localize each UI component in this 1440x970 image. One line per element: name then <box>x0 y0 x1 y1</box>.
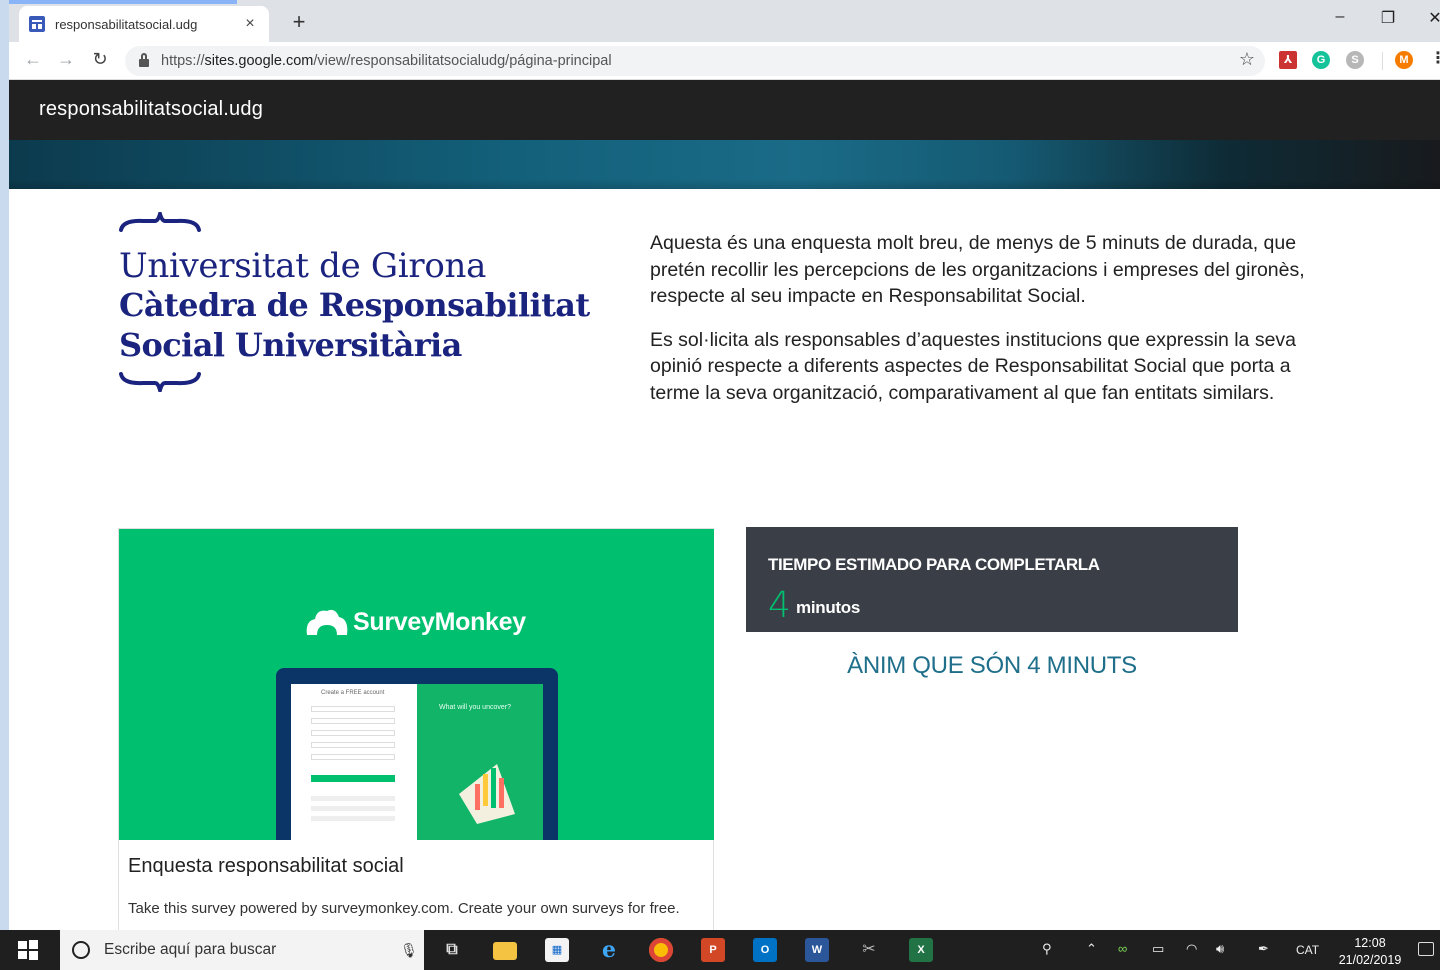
survey-card[interactable]: SurveyMonkey Create a FREE account What … <box>118 528 714 930</box>
tab-close-icon[interactable]: × <box>241 15 259 33</box>
chrome-icon[interactable] <box>649 938 673 962</box>
tray-chevron-icon[interactable]: ⌃ <box>1086 941 1097 957</box>
wifi-icon[interactable]: ◠ <box>1186 941 1197 957</box>
volume-icon[interactable]: 🔊︎ <box>1216 941 1224 957</box>
preview-field <box>311 730 395 736</box>
outlook-icon[interactable]: O <box>753 938 777 962</box>
windows-start-icon[interactable] <box>16 938 40 962</box>
loading-bar <box>9 0 237 4</box>
surveymonkey-cloud-icon <box>306 609 348 635</box>
microphone-icon[interactable]: 🎙 <box>394 942 424 959</box>
minimize-button[interactable]: – <box>1328 8 1352 26</box>
surveymonkey-wordmark: SurveyMonkey <box>353 607 526 636</box>
surveymonkey-logo: SurveyMonkey <box>303 607 526 637</box>
screen: responsabilitatsocial.udg × + – ❐ ✕ ← → … <box>0 0 1440 970</box>
logo-chair-line2: Social Universitària <box>119 326 462 364</box>
clock-time: 12:08 <box>1354 936 1386 950</box>
top-brace-icon <box>119 212 201 232</box>
logo-chair-line1: Càtedra de Responsabilitat <box>119 286 590 324</box>
skype-icon[interactable]: S <box>1346 51 1364 69</box>
estimated-time-box: TIEMPO ESTIMADO PARA COMPLETARLA 4 minut… <box>746 527 1238 632</box>
header-banner <box>9 140 1440 189</box>
desktop-edge <box>0 0 9 930</box>
chart-illustration-icon <box>459 764 515 824</box>
preview-row <box>311 806 395 811</box>
tagline-preview: What will you uncover? <box>417 684 543 840</box>
action-center-icon[interactable] <box>1418 942 1434 956</box>
url-text: https://sites.google.com/view/responsabi… <box>161 53 612 69</box>
people-icon[interactable]: ⚲ <box>1042 941 1052 957</box>
survey-title[interactable]: Enquesta responsabilitat social <box>128 855 404 878</box>
cortana-icon <box>72 941 90 959</box>
profile-avatar[interactable]: M <box>1395 51 1413 69</box>
grammarly-icon[interactable]: G <box>1312 51 1330 69</box>
browser-toolbar: ← → ↻ https://sites.google.com/view/resp… <box>9 42 1440 80</box>
google-sites-favicon-icon <box>29 16 45 32</box>
signup-form-preview: Create a FREE account <box>291 684 417 840</box>
bookmark-star-icon[interactable]: ☆ <box>1239 49 1255 70</box>
estimated-time-label: TIEMPO ESTIMADO PARA COMPLETARLA <box>768 555 1100 574</box>
preview-field <box>311 754 395 760</box>
preview-tagline: What will you uncover? <box>439 704 511 711</box>
bottom-brace-icon <box>119 372 201 392</box>
intro-text: Aquesta és una enquesta molt breu, de me… <box>650 230 1340 423</box>
search-placeholder: Escribe aquí para buscar <box>104 941 277 958</box>
close-window-button[interactable]: ✕ <box>1423 8 1440 28</box>
edge-icon[interactable]: e <box>597 938 621 962</box>
logo-university: Universitat de Girona <box>119 246 487 286</box>
snipping-tool-icon[interactable]: ✂ <box>857 938 881 962</box>
laptop-illustration: Create a FREE account What will you unco… <box>276 668 558 840</box>
back-button[interactable]: ← <box>21 49 45 70</box>
browser-tabstrip: responsabilitatsocial.udg × + – ❐ ✕ <box>9 0 1440 42</box>
pdf-icon[interactable]: ⅄ <box>1279 51 1297 69</box>
preview-field <box>311 718 395 724</box>
forward-button[interactable]: → <box>54 49 78 70</box>
site-header: responsabilitatsocial.udg <box>9 80 1440 140</box>
tray-app-icon[interactable]: ∞ <box>1118 941 1127 956</box>
excel-icon[interactable]: X <box>909 938 933 962</box>
survey-subtitle: Take this survey powered by surveymonkey… <box>128 900 680 917</box>
udg-logo: Universitat de Girona Càtedra de Respons… <box>119 212 629 397</box>
preview-form-title: Create a FREE account <box>321 690 385 696</box>
intro-paragraph-1: Aquesta és una enquesta molt breu, de me… <box>650 232 1305 307</box>
taskbar-search-box[interactable]: Escribe aquí para buscar 🎙 <box>60 930 424 970</box>
lock-icon <box>139 53 149 67</box>
word-icon[interactable]: W <box>805 938 829 962</box>
preview-row <box>311 796 395 801</box>
estimated-time-value: 4 <box>768 585 791 626</box>
address-bar[interactable]: https://sites.google.com/view/responsabi… <box>125 46 1265 76</box>
browser-tab[interactable]: responsabilitatsocial.udg × <box>19 6 269 42</box>
new-tab-button[interactable]: + <box>287 10 311 34</box>
preview-button <box>311 775 395 782</box>
reload-button[interactable]: ↻ <box>88 49 112 70</box>
task-view-icon[interactable]: ⧉ <box>440 938 464 962</box>
estimated-time-unit: minutos <box>796 598 861 617</box>
survey-preview-image[interactable]: SurveyMonkey Create a FREE account What … <box>119 529 714 840</box>
tab-title: responsabilitatsocial.udg <box>55 16 198 32</box>
clock-date: 21/02/2019 <box>1338 953 1402 967</box>
pen-icon[interactable]: ✒ <box>1258 941 1269 957</box>
site-title[interactable]: responsabilitatsocial.udg <box>39 98 263 121</box>
preview-field <box>311 706 395 712</box>
intro-paragraph-2: Es sol·licita als responsables d’aqueste… <box>650 328 1297 404</box>
preview-field <box>311 742 395 748</box>
site-page: responsabilitatsocial.udg Universitat de… <box>9 80 1440 930</box>
store-icon[interactable]: ▦ <box>545 938 569 962</box>
language-indicator[interactable]: CAT <box>1296 943 1319 957</box>
restore-button[interactable]: ❐ <box>1376 8 1400 28</box>
preview-row <box>311 816 395 821</box>
file-explorer-icon[interactable] <box>493 942 517 960</box>
battery-icon[interactable]: ▭ <box>1152 941 1164 957</box>
encouragement-heading: ÀNIM QUE SÓN 4 MINUTS <box>847 652 1137 679</box>
windows-taskbar: Escribe aquí para buscar 🎙 ⧉ ▦ e P O W ✂… <box>0 930 1440 970</box>
system-clock[interactable]: 12:08 21/02/2019 <box>1330 935 1410 969</box>
browser-menu-icon[interactable]: ⋮ <box>1430 48 1440 68</box>
toolbar-separator <box>1382 52 1383 70</box>
powerpoint-icon[interactable]: P <box>701 938 725 962</box>
